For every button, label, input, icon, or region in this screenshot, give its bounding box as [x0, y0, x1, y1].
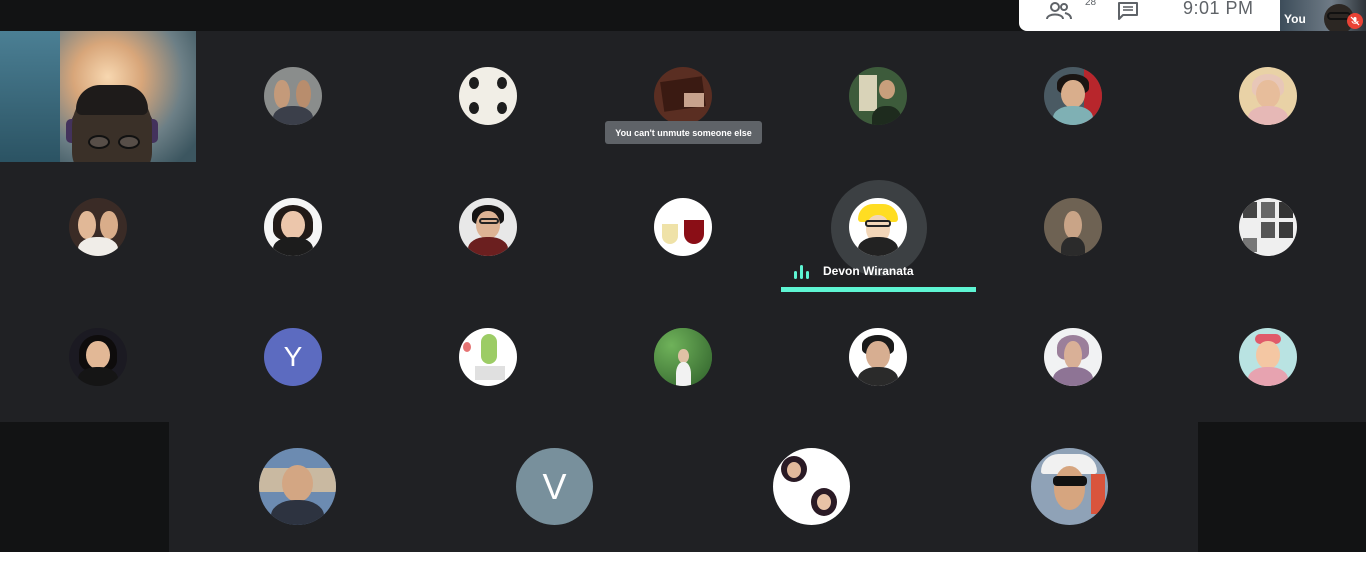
participant-avatar[interactable] [459, 198, 517, 256]
bottom-edge [0, 552, 1366, 561]
participant-avatar[interactable] [849, 328, 907, 386]
unmute-tooltip: You can't unmute someone else [605, 121, 762, 144]
participant-avatar[interactable] [654, 328, 712, 386]
participant-avatar[interactable] [1031, 448, 1108, 525]
mic-off-icon [1347, 13, 1363, 29]
people-count: 28 [1085, 0, 1097, 8]
people-icon [1046, 2, 1072, 20]
participant-avatar[interactable] [1044, 67, 1102, 125]
participant-avatar[interactable] [459, 67, 517, 125]
participant-avatar[interactable] [1239, 67, 1297, 125]
participant-video-tile[interactable] [0, 31, 196, 162]
participant-avatar[interactable] [1044, 198, 1102, 256]
active-speaker-avatar[interactable] [849, 198, 907, 256]
grid-side-panel-right [1198, 422, 1366, 552]
participant-avatar[interactable] [773, 448, 850, 525]
speaking-indicator-icon [794, 265, 810, 279]
participant-avatar[interactable] [1239, 198, 1297, 256]
participant-avatar[interactable] [259, 448, 336, 525]
participant-avatar[interactable] [69, 198, 127, 256]
participant-initial-avatar[interactable]: Y [264, 328, 322, 386]
participant-avatar[interactable] [849, 67, 907, 125]
chat-button[interactable] [1114, 0, 1142, 22]
participant-avatar[interactable] [1239, 328, 1297, 386]
participant-avatar[interactable] [654, 198, 712, 256]
avatar-initial: V [542, 465, 567, 507]
participant-avatar[interactable] [1044, 328, 1102, 386]
participant-avatar[interactable] [264, 198, 322, 256]
participant-avatar[interactable] [459, 328, 517, 386]
self-view-tile[interactable]: You [1280, 0, 1366, 31]
self-view-label: You [1284, 12, 1306, 26]
people-button[interactable]: 28 [1039, 0, 1096, 22]
avatar-initial: Y [283, 341, 303, 372]
meeting-clock: 9:01 PM [1183, 0, 1254, 18]
participant-initial-avatar[interactable]: V [516, 448, 593, 525]
participant-avatar[interactable] [69, 328, 127, 386]
chat-icon [1118, 2, 1138, 20]
active-speaker-name: Devon Wiranata [823, 264, 914, 278]
participant-avatar[interactable] [264, 67, 322, 125]
active-speaker-bar [781, 287, 976, 292]
grid-side-panel-left [0, 422, 169, 552]
participant-avatar[interactable] [654, 67, 712, 125]
